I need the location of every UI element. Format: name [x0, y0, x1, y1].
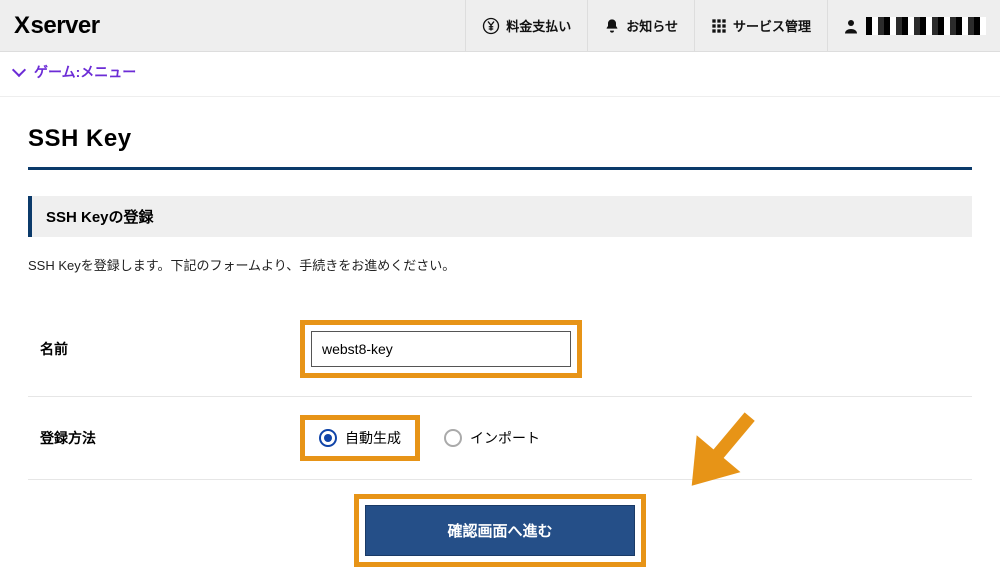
radio-icon [319, 429, 337, 447]
nav-services-label: サービス管理 [733, 16, 811, 35]
grid-icon [711, 18, 727, 34]
page-title: SSH Key [28, 125, 972, 170]
nav-services[interactable]: サービス管理 [694, 0, 827, 51]
ssh-key-name-input[interactable] [311, 331, 571, 367]
chevron-down-icon [12, 63, 26, 77]
form-row-method: 登録方法 自動生成 インポート [28, 397, 972, 480]
logo-x-icon: X [14, 12, 30, 40]
form-row-name: 名前 [28, 302, 972, 397]
nav-news[interactable]: お知らせ [587, 0, 694, 51]
radio-icon [444, 429, 462, 447]
logo-text: server [31, 12, 100, 40]
nav-payment[interactable]: 料金支払い [465, 0, 587, 51]
form-label-method: 登録方法 [40, 428, 300, 448]
radio-import[interactable]: インポート [444, 428, 540, 448]
user-icon [842, 17, 860, 35]
logo[interactable]: Xserver [0, 0, 114, 51]
breadcrumb-game-menu[interactable]: ゲーム:メニュー [14, 62, 136, 82]
yen-icon [482, 17, 500, 35]
nav-news-label: お知らせ [626, 16, 678, 35]
account-name-redacted [866, 17, 986, 35]
proceed-to-confirm-button[interactable]: 確認画面へ進む [365, 505, 635, 556]
panel-heading: SSH Keyの登録 [28, 196, 972, 237]
radio-auto-label: 自動生成 [345, 428, 401, 448]
radio-auto-generate[interactable]: 自動生成 [319, 428, 401, 448]
account-menu[interactable] [827, 0, 1000, 51]
panel-description: SSH Keyを登録します。下記のフォームより、手続きをお進めください。 [28, 255, 972, 274]
highlight-box: 自動生成 [300, 415, 420, 461]
bell-icon [604, 18, 620, 34]
form-label-name: 名前 [40, 339, 300, 359]
radio-import-label: インポート [470, 428, 540, 448]
highlight-box [300, 320, 582, 378]
nav-payment-label: 料金支払い [506, 16, 571, 35]
highlight-box: 確認画面へ進む [354, 494, 646, 567]
breadcrumb-label: ゲーム:メニュー [34, 62, 136, 82]
